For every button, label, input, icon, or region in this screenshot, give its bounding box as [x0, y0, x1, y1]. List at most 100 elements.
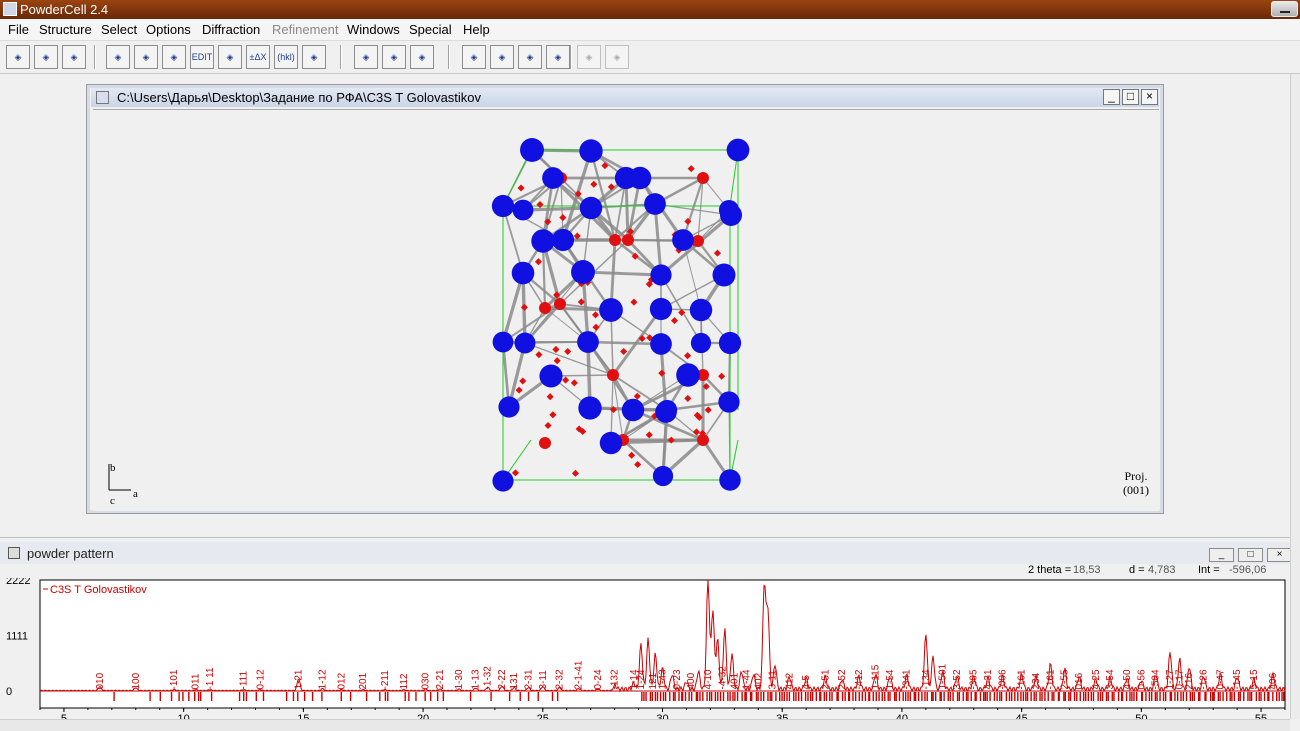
hkl-label: -412 — [854, 669, 865, 689]
menu-options[interactable]: Options — [146, 22, 191, 37]
delta-x-button[interactable]: ±ΔX — [246, 45, 270, 69]
pattern-maximize-button[interactable]: □ — [1238, 548, 1263, 562]
edit-button[interactable]: EDIT — [190, 45, 214, 69]
hkl-label: -134 — [921, 669, 932, 689]
oxygen-atom — [670, 317, 679, 325]
hkl-label: -341 — [902, 669, 913, 689]
oxygen-atom — [684, 352, 692, 360]
hkl-label: 0-23 — [672, 669, 683, 689]
oxygen-atom — [553, 357, 561, 365]
hkl-label: -132 — [610, 669, 621, 689]
hkl-label: 201 — [358, 672, 369, 689]
structure-canvas[interactable]: b a c Proj. (001) — [93, 109, 1159, 511]
toolbar-separator — [340, 45, 342, 69]
menu-help[interactable]: Help — [463, 22, 490, 37]
app-titlebar: PowderCell 2.4 — [0, 0, 1300, 19]
chart-axes-button[interactable]: ◈ — [605, 45, 629, 69]
blue-atom — [655, 401, 677, 423]
minimize-window-button[interactable]: _ — [1103, 89, 1120, 105]
blue-atom — [578, 396, 602, 420]
powder-pattern-chart[interactable]: 2222 1111 0 010 100 -101 011 -1 11 -111 0-12 1-21 1… — [0, 578, 1290, 721]
blue-atom — [571, 260, 595, 284]
horizontal-scrollbar[interactable] — [0, 719, 1290, 731]
two-theta-value: 18,53 — [1073, 564, 1101, 576]
menu-special[interactable]: Special — [409, 22, 452, 37]
blue-atom — [514, 332, 536, 354]
bond — [587, 340, 662, 346]
hkl-label: 112 — [399, 673, 410, 689]
balance-button[interactable]: ◈ — [490, 45, 514, 69]
target-button[interactable]: ◈ — [462, 45, 486, 69]
pattern-minimize-button[interactable]: _ — [1209, 548, 1234, 562]
powder-pattern-window[interactable]: powder pattern _ □ × 2 theta = 18,53 d =… — [0, 537, 1292, 731]
chart-axes-icon: ◈ — [613, 52, 621, 62]
atoms-button[interactable]: ◈ — [134, 45, 158, 69]
pattern-window-icon — [8, 547, 20, 559]
menu-windows[interactable]: Windows — [347, 22, 400, 37]
clipboard-button[interactable]: ◈ — [62, 45, 86, 69]
hkl-label: 1-13 — [471, 669, 482, 689]
blue-atom — [542, 167, 564, 189]
structure-window-titlebar[interactable]: C:\Users\Дарья\Desktop\Задание по РФА\C3… — [91, 88, 1159, 107]
blue-atom — [628, 166, 652, 190]
hkl-label: 2-32 — [555, 669, 566, 689]
oxygen-atom — [571, 469, 580, 477]
structure-window-title: C:\Users\Дарья\Desktop\Задание по РФА\C3… — [117, 90, 482, 105]
crystal-structure-view[interactable] — [93, 110, 1159, 512]
table-button[interactable]: ◈ — [546, 45, 570, 69]
menu-structure[interactable]: Structure — [39, 22, 92, 37]
open-folder-button[interactable]: ◈ — [6, 45, 30, 69]
menu-select[interactable]: Select — [101, 22, 137, 37]
hkl-label: 131 — [509, 672, 520, 689]
pattern-window-titlebar[interactable]: powder pattern _ □ × — [0, 542, 1292, 564]
hkl-button[interactable]: (hkl) — [274, 45, 298, 69]
blue-atom — [579, 139, 603, 163]
print-setup-icon: ◈ — [418, 52, 426, 62]
print-preview-button[interactable]: ◈ — [382, 45, 406, 69]
oxygen-atom — [634, 460, 642, 469]
close-window-button[interactable]: × — [1141, 89, 1158, 105]
minimize-button[interactable] — [1271, 1, 1298, 17]
vertical-scrollbar[interactable] — [1290, 74, 1300, 719]
print-icon: ◈ — [362, 52, 370, 62]
graph-button[interactable]: ◈ — [162, 45, 186, 69]
menu-diffraction[interactable]: Diffraction — [202, 22, 260, 37]
menubar: File Structure Select Options Diffraction Ref… — [0, 19, 1300, 41]
blue-atom — [718, 331, 742, 355]
hkl-label: -101 — [169, 669, 180, 689]
print-button[interactable]: ◈ — [354, 45, 378, 69]
oxygen-atom — [591, 311, 600, 319]
cursor-readout: 2 theta = 18,53 d = 4,783 Int = -596,06 — [0, 564, 1290, 578]
move-atoms-button[interactable]: ◈ — [218, 45, 242, 69]
hkl-label: 1-24 — [636, 669, 647, 689]
maximize-window-button[interactable]: □ — [1122, 89, 1139, 105]
hkl-label: 4-50 — [1122, 669, 1133, 689]
structure-window-icon — [96, 91, 109, 104]
pattern-close-button[interactable]: × — [1267, 548, 1292, 562]
oxygen-atom — [564, 347, 572, 356]
hkl-label: 4-5 — [801, 675, 812, 690]
oxygen-atom — [570, 379, 578, 387]
3d-view-button[interactable]: ◈ — [302, 45, 326, 69]
blue-atom — [644, 193, 666, 215]
red-atom — [622, 234, 634, 246]
oxygen-atom — [546, 393, 554, 401]
oxygen-atom — [515, 386, 523, 394]
grid-button[interactable]: ◈ — [577, 45, 601, 69]
print-setup-button[interactable]: ◈ — [410, 45, 434, 69]
document-properties-button[interactable]: ◈ — [34, 45, 58, 69]
color-palette-button[interactable]: ◈ — [518, 45, 542, 69]
structure-window[interactable]: C:\Users\Дарья\Desktop\Задание по РФА\C3… — [86, 84, 1164, 514]
axis-b-label: b — [110, 462, 116, 474]
menu-file[interactable]: File — [8, 22, 29, 37]
y-tick-label: 0 — [6, 686, 12, 698]
crystal-structure-button[interactable]: ◈ — [106, 45, 130, 69]
blue-atom — [492, 470, 514, 492]
oxygen-atom — [704, 406, 712, 414]
table-icon: ◈ — [554, 52, 562, 62]
open-folder-icon: ◈ — [14, 52, 22, 62]
balance-icon: ◈ — [498, 52, 506, 62]
3d-view-icon: ◈ — [310, 52, 318, 62]
menu-refinement[interactable]: Refinement — [272, 22, 338, 37]
blue-atom — [650, 264, 672, 286]
